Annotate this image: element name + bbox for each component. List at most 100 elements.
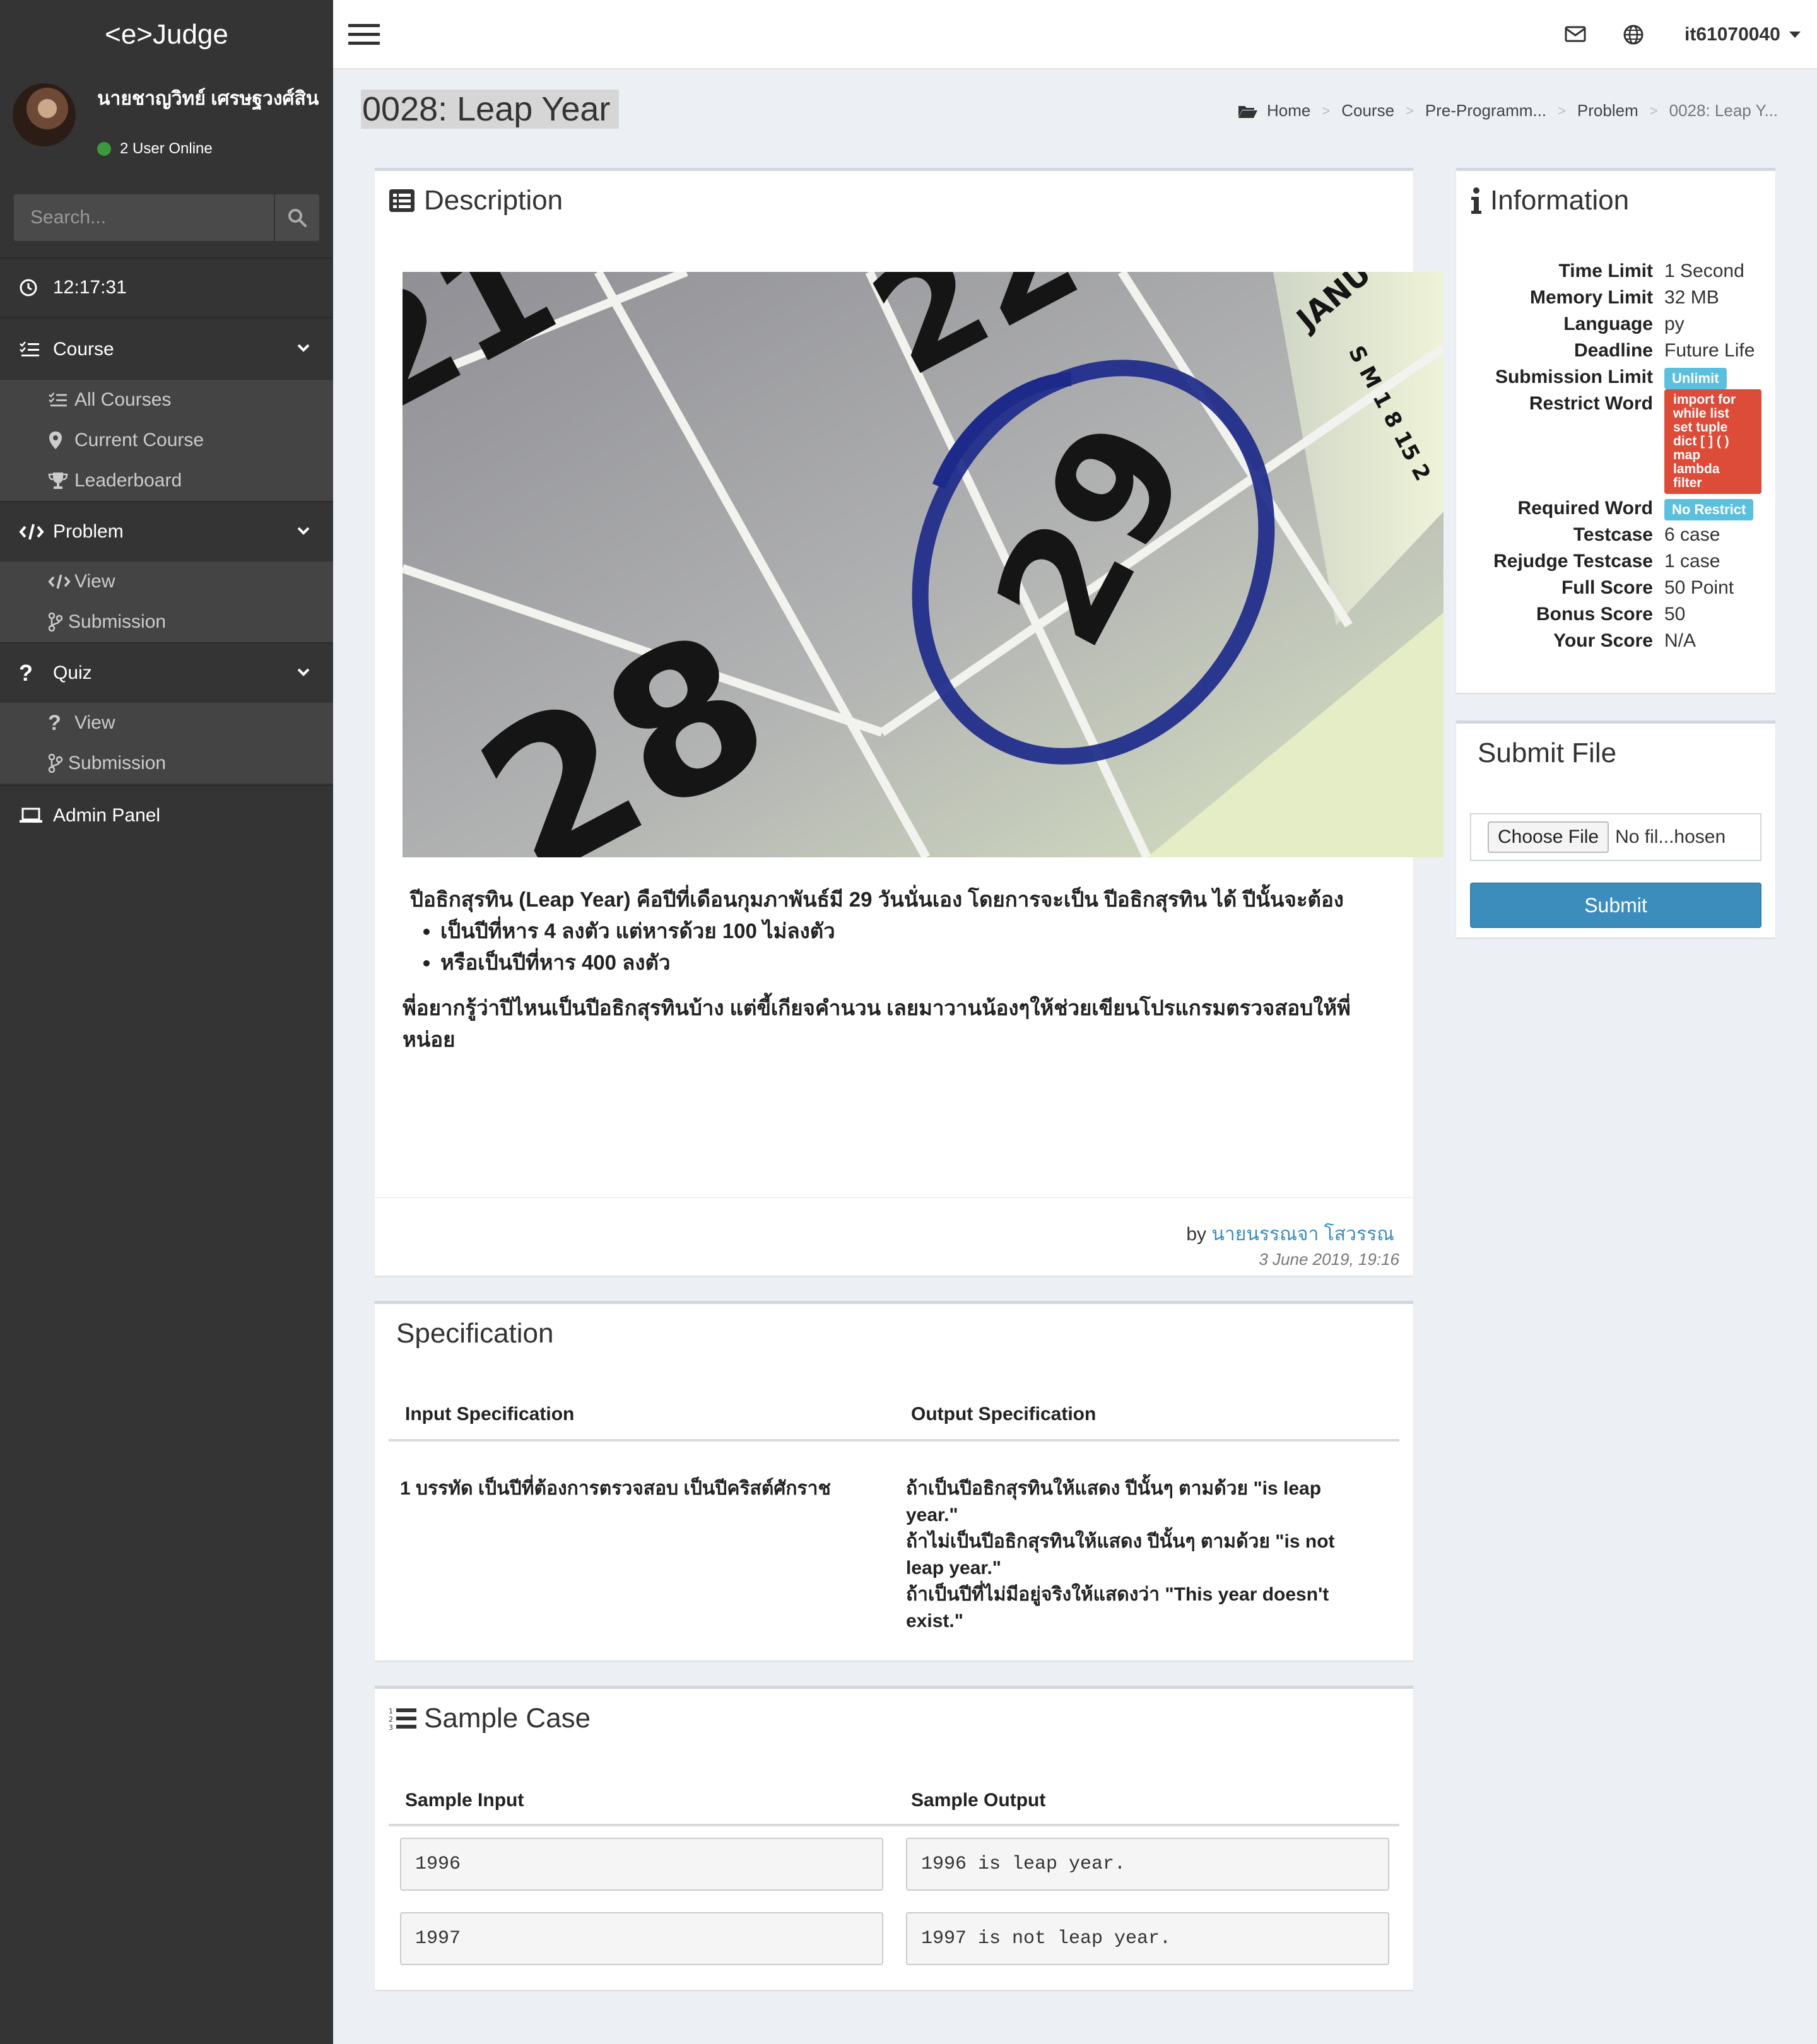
avatar (13, 83, 76, 146)
sidebar-item-all-courses[interactable]: All Courses (0, 380, 333, 420)
sidebar-label: Submission (68, 753, 167, 773)
online-count: 2 User Online (120, 140, 213, 157)
file-name-text: No fil...hosen (1615, 826, 1726, 847)
breadcrumb-course[interactable]: Course (1341, 101, 1394, 120)
output-spec-line: ถ้าเป็นปีอธิกสุรทินให้แสดง ปีนั้นๆ ตามด้… (906, 1478, 1322, 1499)
restrict-word: dict [ ] ( ) (1673, 434, 1729, 449)
sidebar-label: Admin Panel (53, 805, 161, 826)
restrict-word: filter (1673, 476, 1702, 490)
online-dot-icon (97, 142, 111, 156)
breadcrumb-course-name[interactable]: Pre-Programm... (1425, 101, 1546, 120)
sample-case-title: 123 Sample Case (389, 1703, 591, 1734)
svg-text:3: 3 (389, 1724, 393, 1730)
breadcrumb-separator: > (1322, 102, 1331, 119)
file-input[interactable]: Choose File No fil...hosen (1470, 813, 1761, 861)
sidebar-item-course[interactable]: Course (0, 319, 333, 380)
info-value: 6 case (1664, 524, 1720, 545)
search-button[interactable] (274, 194, 319, 241)
choose-file-button[interactable]: Choose File (1488, 821, 1609, 853)
required-word-badge: No Restrict (1664, 499, 1754, 520)
question-icon: ? (19, 660, 33, 686)
restrict-word: lambda (1673, 462, 1720, 476)
restrict-word: import for (1673, 392, 1736, 407)
info-label: Submission Limit (1495, 367, 1653, 387)
globe-icon[interactable] (1623, 24, 1644, 45)
search-input[interactable] (14, 194, 274, 241)
description-intro: ปีอธิกสุรทิน (Leap Year) คือปีที่เดือนกุ… (410, 888, 1344, 911)
description-title: Description (389, 185, 563, 216)
sidebar-item-quiz[interactable]: ? Quiz (0, 642, 333, 703)
breadcrumb-separator: > (1649, 102, 1658, 119)
clock: 12:17:31 (0, 257, 333, 318)
breadcrumb-problem[interactable]: Problem (1577, 101, 1638, 120)
info-label: Language (1563, 314, 1653, 334)
author-prefix: by (1186, 1224, 1207, 1245)
info-label: Memory Limit (1529, 287, 1653, 308)
sidebar-course-section: Course All Courses Current Course Leader… (0, 319, 333, 501)
sidebar-item-problem-submission[interactable]: Submission (0, 602, 333, 642)
breadcrumb-separator: > (1406, 102, 1414, 119)
app-logo[interactable]: <e>Judge (0, 0, 333, 69)
info-label: Rejudge Testcase (1493, 551, 1653, 572)
info-label: Full Score (1561, 577, 1653, 598)
submit-file-title: Submit File (1478, 737, 1617, 768)
sample-output-header: Sample Output (911, 1790, 1046, 1811)
info-value: 1 case (1664, 551, 1720, 572)
username: it61070040 (1685, 24, 1780, 45)
restrict-word-badge: import for while list set tuple dict [ ]… (1664, 389, 1761, 494)
breadcrumb-home[interactable]: Home (1267, 101, 1310, 120)
information-title: Information (1470, 185, 1629, 216)
restrict-word: set tuple (1673, 420, 1728, 435)
chevron-down-icon (297, 527, 310, 535)
table-divider (389, 1824, 1399, 1826)
info-label: Required Word (1517, 498, 1653, 519)
sample-output-cell: 1996 is leap year. (906, 1838, 1389, 1891)
sidebar-label: Submission (68, 611, 167, 632)
author-link[interactable]: นายนรรณจา โสวรรณ (1211, 1224, 1394, 1245)
user-menu[interactable]: it61070040 (1685, 24, 1801, 45)
sidebar-item-quiz-view[interactable]: ? View (0, 703, 333, 743)
sample-output-cell: 1997 is not leap year. (906, 1912, 1389, 1965)
info-value: Future Life (1664, 340, 1755, 361)
table-divider (389, 1439, 1399, 1442)
sidebar-item-quiz-submission[interactable]: Submission (0, 743, 333, 784)
menu-toggle-icon[interactable] (348, 24, 380, 45)
page-title: 0028: Leap Year (361, 90, 620, 129)
specification-title: Specification (396, 1318, 554, 1349)
sidebar-item-leaderboard[interactable]: Leaderboard (0, 461, 333, 501)
sidebar-item-admin-panel[interactable]: Admin Panel (0, 785, 333, 845)
calendar-photo: 21 22 28 29 JANU S M 1 8 15 2 (403, 272, 1444, 857)
info-value: 32 MB (1664, 287, 1719, 308)
laptop-icon (19, 807, 53, 825)
info-value: 1 Second (1664, 261, 1744, 281)
restrict-word: while list (1673, 406, 1729, 421)
info-label: Bonus Score (1536, 604, 1653, 625)
sidebar-label: Current Course (74, 430, 204, 450)
post-date: 3 June 2019, 19:16 (1259, 1250, 1399, 1269)
sidebar-item-current-course[interactable]: Current Course (0, 420, 333, 461)
description-footer: by นายนรรณจา โสวรรณ 3 June 2019, 19:16 (375, 1197, 1413, 1279)
restrict-word: map (1673, 448, 1701, 462)
sample-input-cell: 1997 (400, 1912, 883, 1965)
sidebar-item-problem-view[interactable]: View (0, 561, 333, 602)
info-icon (1471, 187, 1481, 214)
sidebar: <e>Judge นายชาญวิทย์ เศรษฐวงศ์สิน 2 User… (0, 0, 333, 2044)
submission-limit-badge: Unlimit (1664, 368, 1727, 389)
info-label: Time Limit (1558, 261, 1653, 281)
caret-down-icon (1789, 32, 1801, 38)
breadcrumb-current: 0028: Leap Y... (1669, 101, 1779, 120)
sidebar-search (14, 194, 319, 241)
specification-box: Specification Input Specification Output… (375, 1301, 1413, 1660)
submit-button[interactable]: Submit (1470, 883, 1761, 928)
sidebar-course-submenu: All Courses Current Course Leaderboard (0, 380, 333, 501)
description-bullet: หรือเป็นปีที่หาร 400 ลงตัว (440, 947, 1399, 978)
chevron-down-icon (297, 668, 310, 676)
sidebar-label: Quiz (53, 662, 92, 683)
clock-time: 12:17:31 (53, 277, 127, 298)
envelope-icon[interactable] (1565, 25, 1586, 43)
output-spec-line: year." (906, 1505, 958, 1525)
input-spec-text: 1 บรรทัด เป็นปีที่ต้องการตรวจสอบ เป็นปีค… (400, 1478, 831, 1499)
sidebar-item-problem[interactable]: Problem (0, 501, 333, 561)
info-label: Your Score (1553, 630, 1653, 651)
user-panel: นายชาญวิทย์ เศรษฐวงศ์สิน (0, 69, 333, 189)
